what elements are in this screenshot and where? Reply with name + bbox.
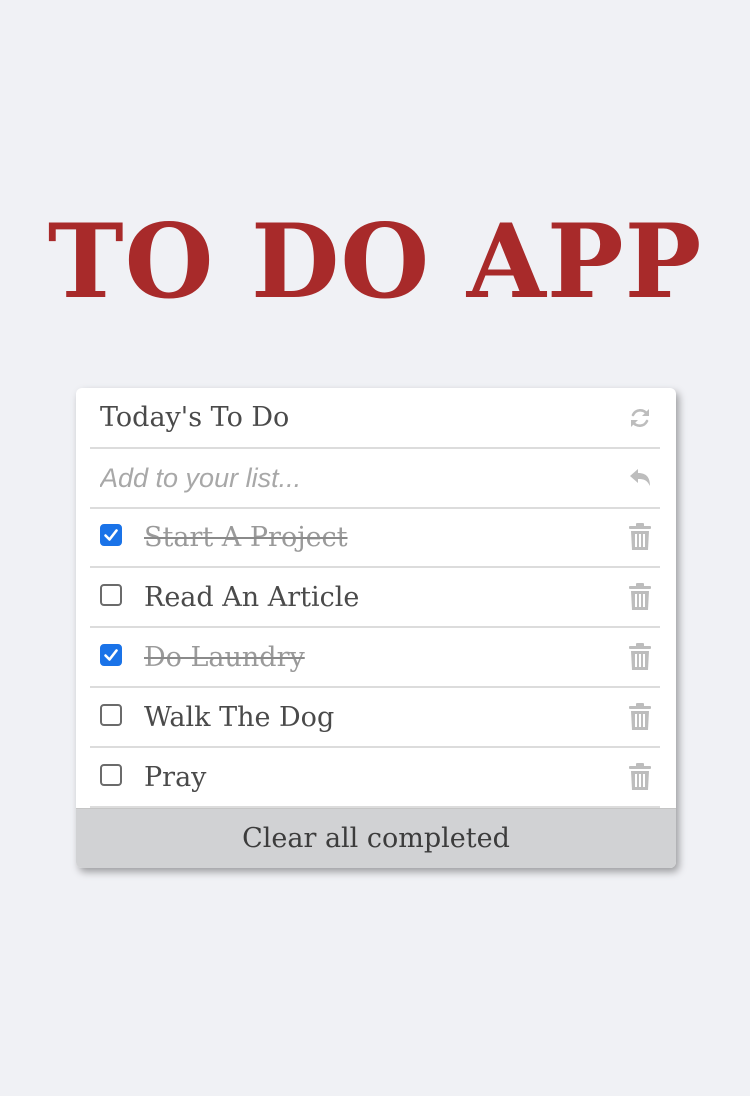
todo-label: Do Laundry [144,642,305,673]
todo-item: Pray [90,748,660,808]
trash-icon[interactable] [628,582,652,612]
list-title: Today's To Do [100,402,290,433]
trash-icon[interactable] [628,522,652,552]
todo-checkbox[interactable] [100,524,122,546]
list-header: Today's To Do [90,388,660,449]
todo-label: Read An Article [144,582,360,613]
todo-item: Walk The Dog [90,688,660,748]
trash-icon[interactable] [628,702,652,732]
todo-card: Today's To Do Start A Project [76,388,676,868]
add-item-row [90,448,660,509]
todo-label: Start A Project [144,522,348,553]
clear-completed-button[interactable]: Clear all completed [76,808,676,868]
app-title: TO DO APP [47,202,703,322]
todo-checkbox[interactable] [100,584,122,606]
trash-icon[interactable] [628,642,652,672]
todo-label: Pray [144,762,207,793]
todo-item: Read An Article [90,568,660,628]
todo-item: Do Laundry [90,628,660,688]
refresh-icon[interactable] [628,403,652,433]
add-item-input[interactable] [100,458,600,498]
todo-list: Start A Project Read An Article Do Laund… [76,508,676,808]
todo-checkbox[interactable] [100,644,122,666]
trash-icon[interactable] [628,762,652,792]
todo-checkbox[interactable] [100,704,122,726]
todo-item: Start A Project [90,508,660,568]
todo-checkbox[interactable] [100,764,122,786]
todo-label: Walk The Dog [144,702,335,733]
enter-icon[interactable] [628,464,652,494]
